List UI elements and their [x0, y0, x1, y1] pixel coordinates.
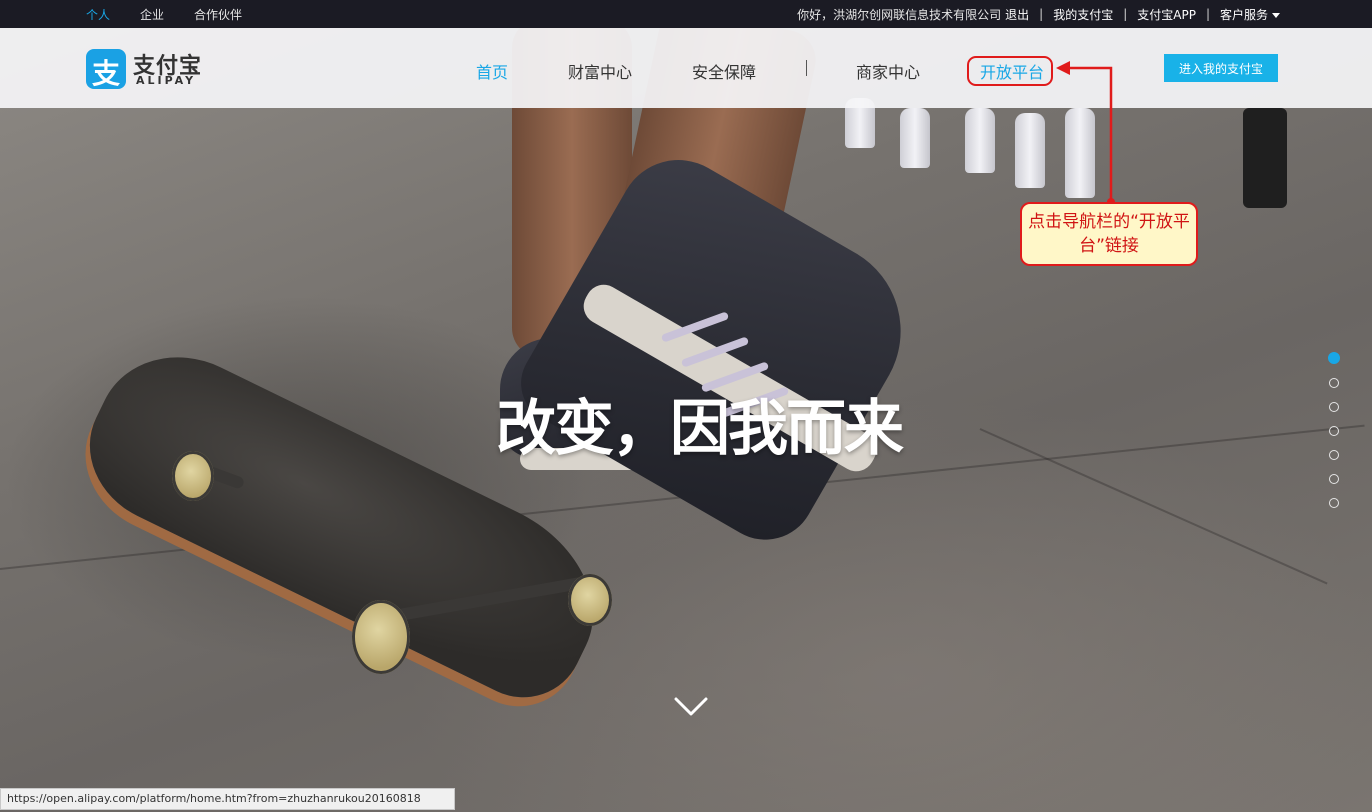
- customer-service-label: 客户服务: [1219, 7, 1268, 22]
- skateboard-wheel: [352, 600, 410, 674]
- nav-item-security[interactable]: 安全保障: [692, 59, 756, 83]
- separator: |: [1123, 7, 1128, 21]
- logo-text-en: ALIPAY: [136, 74, 197, 87]
- skateboard-wheel: [172, 451, 214, 501]
- carousel-dot-2[interactable]: [1329, 378, 1339, 388]
- background-bottle: [900, 108, 930, 168]
- top-utility-bar: 个人 企业 合作伙伴 你好，洪湖尔创网联信息技术有限公司 退出 | 我的支付宝 …: [0, 0, 1372, 28]
- separator: |: [1205, 7, 1210, 21]
- nav-item-home[interactable]: 首页: [476, 59, 508, 83]
- annotation-highlight-box: [967, 56, 1053, 86]
- nav-item-wealth[interactable]: 财富中心: [568, 59, 632, 83]
- topbar-link-enterprise[interactable]: 企业: [140, 6, 164, 23]
- scroll-down-chevron-icon[interactable]: [674, 695, 708, 719]
- greeting-text: 你好，洪湖尔创网联信息技术有限公司: [797, 7, 1002, 22]
- customer-service-dropdown[interactable]: 客户服务: [1220, 6, 1280, 23]
- carousel-dot-7[interactable]: [1329, 498, 1339, 508]
- hero-headline: 改变，因我而来: [496, 394, 904, 464]
- skateboard-wheel: [568, 574, 612, 626]
- carousel-indicators: [1328, 352, 1341, 522]
- caret-down-icon: [1272, 12, 1280, 18]
- background-bottle: [1065, 108, 1095, 198]
- nav-divider: [806, 60, 807, 76]
- annotation-callout: 点击导航栏的“开放平台”链接: [1020, 202, 1198, 266]
- logo-mark: 支: [91, 57, 120, 90]
- pavement-crack: [979, 428, 1328, 585]
- logout-link[interactable]: 退出: [1005, 6, 1029, 23]
- carousel-dot-5[interactable]: [1329, 450, 1339, 460]
- background-bottle: [965, 108, 995, 173]
- nav-item-merchant[interactable]: 商家中心: [856, 59, 920, 83]
- topbar-link-personal[interactable]: 个人: [86, 6, 110, 23]
- carousel-dot-3[interactable]: [1329, 402, 1339, 412]
- carousel-dot-4[interactable]: [1329, 426, 1339, 436]
- alipay-logo-icon[interactable]: 支: [86, 49, 126, 90]
- background-bottle: [1015, 113, 1045, 188]
- main-nav-bar: 支 支付宝 ALIPAY 首页 财富中心 安全保障 商家中心 开放平台 进入我的…: [0, 28, 1372, 108]
- carousel-dot-6[interactable]: [1329, 474, 1339, 484]
- alipay-app-link[interactable]: 支付宝APP: [1137, 6, 1196, 23]
- background-bin: [1243, 108, 1287, 208]
- enter-my-alipay-button[interactable]: 进入我的支付宝: [1164, 54, 1278, 82]
- topbar-link-partners[interactable]: 合作伙伴: [194, 6, 242, 23]
- my-alipay-link[interactable]: 我的支付宝: [1053, 6, 1113, 23]
- separator: |: [1039, 7, 1044, 21]
- browser-status-url: https://open.alipay.com/platform/home.ht…: [0, 788, 455, 810]
- carousel-dot-1[interactable]: [1328, 352, 1340, 364]
